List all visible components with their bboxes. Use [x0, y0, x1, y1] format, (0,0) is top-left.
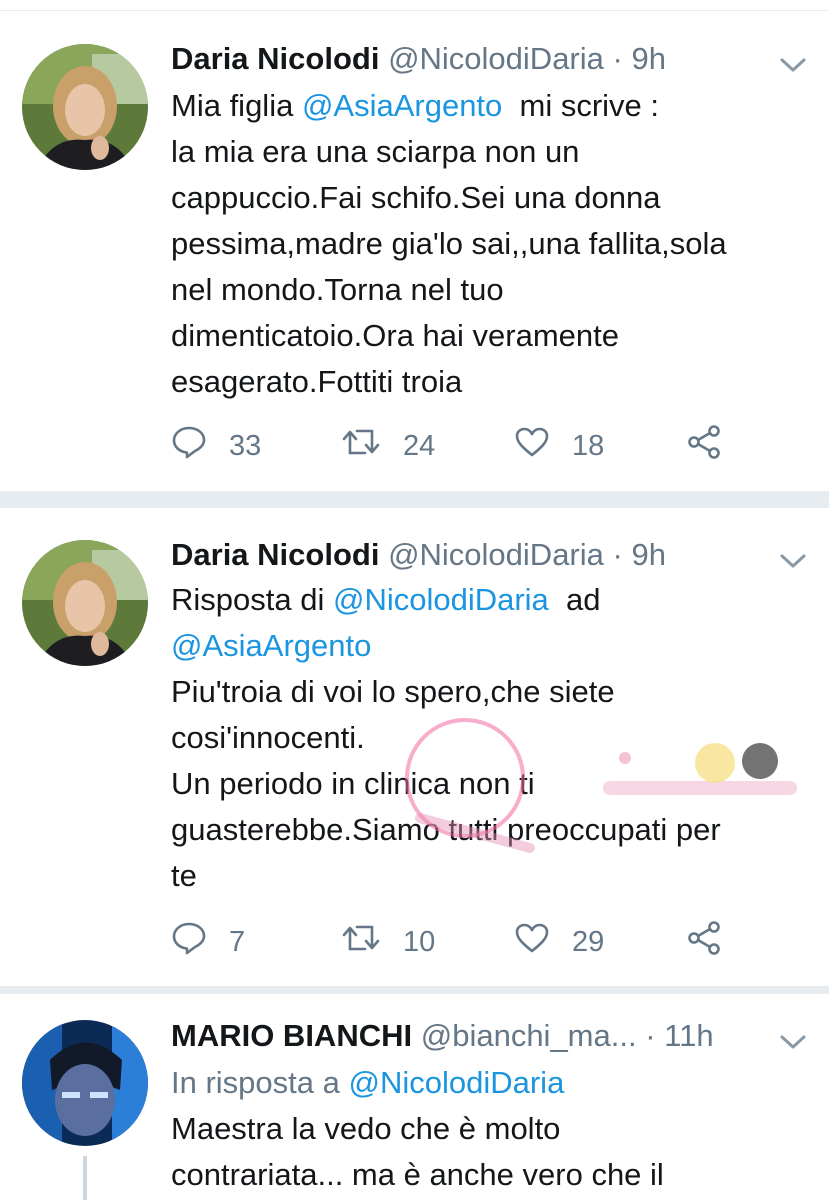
tweet-text: Risposta di @NicolodiDaria ad @AsiaArgen… — [171, 577, 811, 899]
reply-count: 33 — [229, 429, 262, 462]
reply-icon — [171, 921, 229, 963]
username[interactable]: @NicolodiDaria — [388, 41, 604, 76]
retweet-button[interactable]: 24 — [341, 426, 435, 466]
tweet-text: In risposta a @NicolodiDaria Maestra la … — [171, 1060, 811, 1198]
retweet-count: 24 — [403, 429, 436, 462]
tweet-actions: 33 24 18 — [171, 424, 771, 468]
share-button[interactable] — [686, 424, 744, 468]
like-count: 18 — [572, 429, 605, 462]
mention-link[interactable]: @AsiaArgento — [171, 623, 811, 669]
text-line: Maestra la vedo che è molto — [171, 1111, 561, 1146]
text-line: te — [171, 858, 197, 893]
reply-context: Risposta di @NicolodiDaria ad — [171, 577, 811, 623]
reply-button[interactable]: 33 — [171, 426, 261, 466]
timestamp[interactable]: 11h — [664, 1018, 713, 1053]
text-line: nel mondo.Torna nel tuo — [171, 272, 504, 307]
tweet[interactable]: MARIO BIANCHI @bianchi_ma... · 11h In ri… — [0, 994, 829, 1200]
text-segment: Risposta di — [171, 582, 333, 617]
tweet-header: Daria Nicolodi @NicolodiDaria · 9h — [171, 39, 799, 79]
timestamp[interactable]: 9h — [631, 537, 665, 572]
tweet-separator — [0, 986, 829, 994]
avatar[interactable] — [22, 1020, 148, 1146]
display-name[interactable]: MARIO BIANCHI — [171, 1018, 412, 1053]
chevron-down-icon[interactable] — [779, 55, 807, 75]
tweet[interactable]: Daria Nicolodi @NicolodiDaria · 9h Rispo… — [0, 508, 829, 986]
separator-dot: · — [645, 1018, 656, 1053]
separator-dot: · — [612, 537, 623, 572]
text-segment: Mia figlia — [171, 88, 302, 123]
text-line: esagerato.Fottiti troia — [171, 364, 463, 399]
tweet-header: Daria Nicolodi @NicolodiDaria · 9h — [171, 535, 799, 575]
retweet-icon — [341, 923, 403, 961]
share-button[interactable] — [686, 920, 744, 964]
text-line: guasterebbe.Siamo tutti preoccupati per — [171, 812, 721, 847]
text-line: contrariata... ma è anche vero che il — [171, 1157, 664, 1192]
heart-icon — [514, 922, 572, 962]
mention-link[interactable]: @NicolodiDaria — [333, 582, 549, 617]
tweet-header: MARIO BIANCHI @bianchi_ma... · 11h — [171, 1016, 799, 1056]
share-icon — [686, 424, 744, 468]
username[interactable]: @bianchi_ma... — [421, 1018, 637, 1053]
retweet-button[interactable]: 10 — [341, 922, 435, 962]
text-line: cappuccio.Fai schifo.Sei una donna — [171, 180, 661, 215]
top-divider — [0, 0, 829, 11]
retweet-icon — [341, 427, 403, 465]
tweet-separator — [0, 491, 829, 508]
like-button[interactable]: 29 — [514, 922, 604, 962]
text-line: dimenticatoio.Ora hai veramente — [171, 318, 620, 353]
tweet-text: Mia figlia @AsiaArgento mi scrive : la m… — [171, 83, 811, 405]
display-name[interactable]: Daria Nicolodi — [171, 537, 379, 572]
text-line: la mia era una sciarpa non un — [171, 134, 580, 169]
like-count: 29 — [572, 925, 605, 958]
avatar[interactable] — [22, 44, 148, 170]
text-segment: ad — [548, 582, 601, 617]
text-line: pessima,madre gia'lo sai,,una fallita,so… — [171, 226, 727, 261]
retweet-count: 10 — [403, 925, 436, 958]
text-line: cosi'innocenti. — [171, 720, 365, 755]
reply-count: 7 — [229, 925, 246, 958]
reply-button[interactable]: 7 — [171, 922, 245, 962]
reply-icon — [171, 425, 229, 467]
separator-dot: · — [612, 41, 623, 76]
mention-link[interactable]: @NicolodiDaria — [348, 1065, 564, 1100]
timestamp[interactable]: 9h — [631, 41, 665, 76]
text-line: Mia figlia @AsiaArgento mi scrive : — [171, 83, 811, 129]
text-segment: mi scrive : — [502, 88, 660, 123]
thread-connector — [83, 1156, 87, 1200]
username[interactable]: @NicolodiDaria — [388, 537, 604, 572]
tweet-actions: 7 10 29 — [171, 920, 771, 964]
display-name[interactable]: Daria Nicolodi — [171, 41, 379, 76]
like-button[interactable]: 18 — [514, 426, 604, 466]
share-icon — [686, 920, 744, 964]
text-line: Piu'troia di voi lo spero,che siete — [171, 674, 615, 709]
chevron-down-icon[interactable] — [779, 551, 807, 571]
mention-link[interactable]: @AsiaArgento — [302, 88, 502, 123]
text-line: Un periodo in clinica non ti — [171, 766, 535, 801]
avatar[interactable] — [22, 540, 148, 666]
tweet[interactable]: Daria Nicolodi @NicolodiDaria · 9h Mia f… — [0, 11, 829, 491]
text-segment: In risposta a — [171, 1065, 349, 1100]
chevron-down-icon[interactable] — [779, 1032, 807, 1052]
heart-icon — [514, 426, 572, 466]
reply-context: In risposta a @NicolodiDaria — [171, 1060, 811, 1106]
